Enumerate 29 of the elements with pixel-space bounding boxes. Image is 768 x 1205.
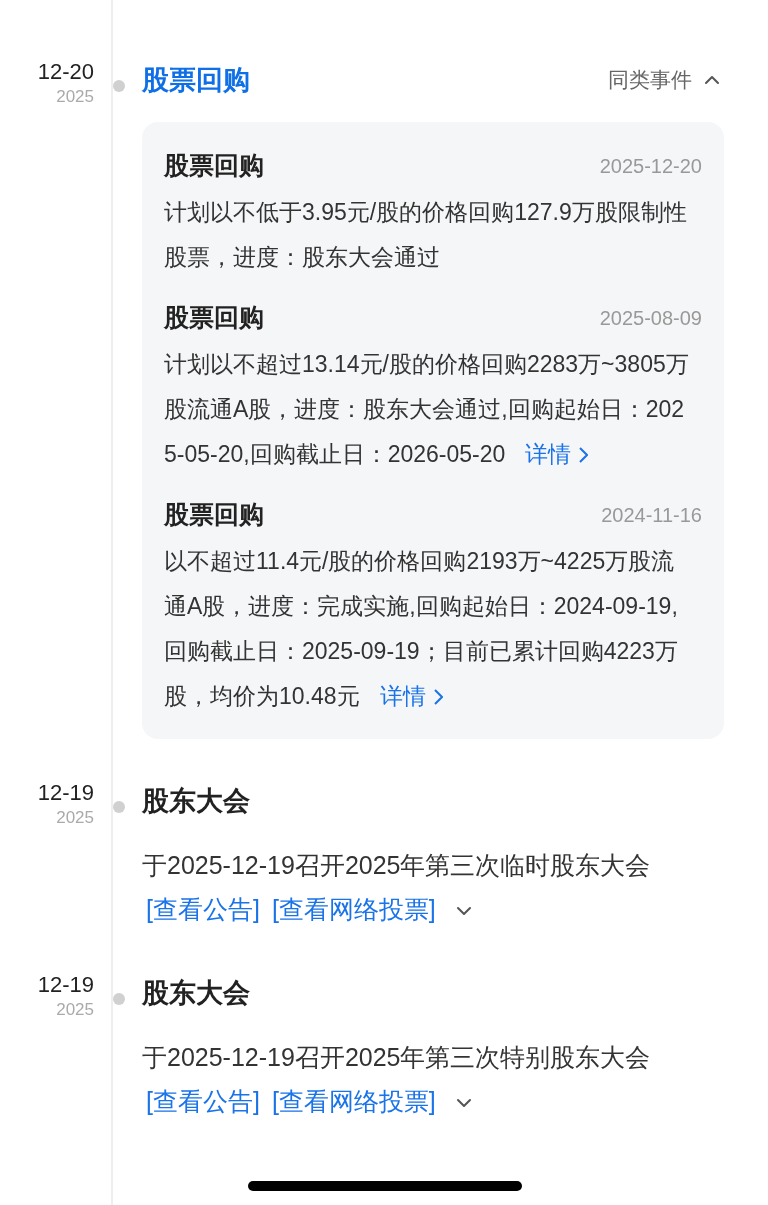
event-year: 2025 <box>56 807 94 829</box>
event-title[interactable]: 股票回购 <box>142 59 250 101</box>
details-link[interactable]: 详情 <box>379 674 443 719</box>
event-title: 股东大会 <box>142 784 250 818</box>
announcement-link[interactable]: [查看网络投票] <box>271 1087 436 1115</box>
chevron-right-icon <box>433 688 443 705</box>
similar-events-toggle[interactable]: 同类事件 <box>608 64 724 96</box>
item-description: 计划以不超过13.14元/股的价格回购2283万~3805万股流通A股，进度：股东大会通过,回购起始日：2025-05-20,回购截止日：2026-05-20 详情 <box>164 342 702 477</box>
announcement-link[interactable]: [查看公告] <box>146 895 260 923</box>
item-title: 股票回购 <box>164 302 264 334</box>
announcement-link[interactable]: [查看公告] <box>146 1087 260 1115</box>
announcement-link[interactable]: [查看网络投票] <box>271 895 436 923</box>
item-date: 2025-12-20 <box>599 154 702 179</box>
event-year: 2025 <box>56 999 94 1021</box>
event-title: 股东大会 <box>142 976 250 1010</box>
event-date: 12-19 <box>37 971 94 999</box>
event-date: 12-19 <box>37 779 94 807</box>
item-description: 计划以不低于3.95元/股的价格回购127.9万股限制性股票，进度：股东大会通过 <box>164 198 688 272</box>
chevron-right-icon <box>579 446 589 463</box>
event-date: 12-20 <box>37 58 94 86</box>
item-date: 2024-11-16 <box>601 503 702 528</box>
event-year: 2025 <box>56 86 94 108</box>
item-title: 股票回购 <box>164 150 264 182</box>
event-description: 于2025-12-19召开2025年第三次临时股东大会 <box>142 851 651 879</box>
item-description: 以不超过11.4元/股的价格回购2193万~4225万股流通A股，进度：完成实施,回购起始日：2024-09-19,回购截止日：2025-09-19；目前已累计回购4223万股，均价为10.48元 详情 <box>164 539 702 719</box>
details-link[interactable]: 详情 <box>525 432 589 477</box>
item-date: 2025-08-09 <box>599 306 702 331</box>
event-description: 于2025-12-19召开2025年第三次特别股东大会 <box>142 1043 651 1071</box>
item-title: 股票回购 <box>164 499 264 531</box>
